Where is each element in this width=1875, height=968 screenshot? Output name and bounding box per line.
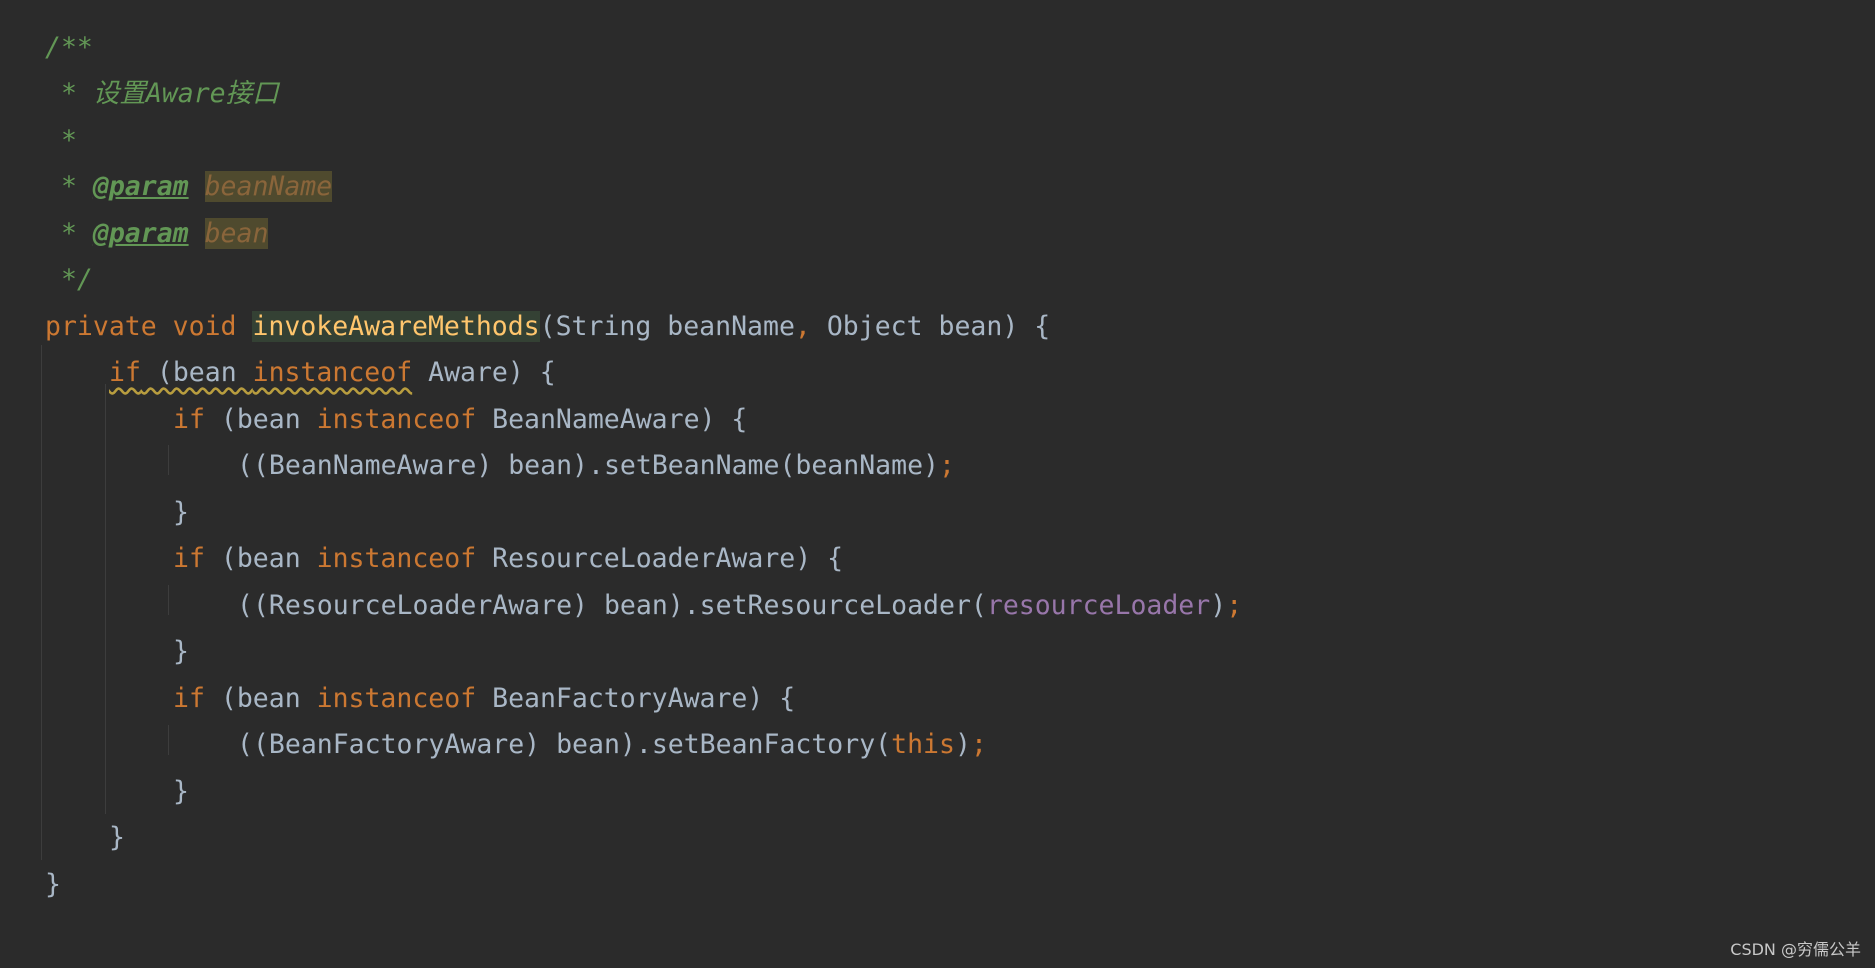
keyword: instanceof <box>316 543 477 574</box>
code-text: Aware) { <box>412 357 556 388</box>
semicolon: ; <box>939 450 955 481</box>
code-line[interactable]: /** <box>45 25 93 71</box>
doc-comment: * 设置Aware接口 <box>45 78 279 109</box>
code-text: ((BeanFactoryAware) bean).setBeanFactory… <box>237 729 892 760</box>
keyword: if <box>109 357 141 388</box>
code-line[interactable]: private void invokeAwareMethods(String b… <box>45 304 1050 350</box>
javadoc-param-tag[interactable]: @param <box>93 171 189 202</box>
keyword: instanceof <box>252 357 413 388</box>
keyword: if <box>173 404 205 435</box>
closing-brace: } <box>173 636 189 667</box>
code-text: BeanFactoryAware) { <box>476 683 796 714</box>
javadoc-param-name[interactable]: beanName <box>204 171 333 202</box>
watermark: CSDN @穷儒公羊 <box>1730 940 1861 959</box>
indent-guide <box>168 585 169 615</box>
code-editor[interactable]: /** * 设置Aware接口 * * @param beanName * @p… <box>0 0 1875 968</box>
closing-brace: } <box>109 822 125 853</box>
keyword: if <box>173 683 205 714</box>
code-line[interactable]: * <box>45 118 77 164</box>
code-line[interactable]: ((BeanNameAware) bean).setBeanName(beanN… <box>237 443 955 489</box>
semicolon: ; <box>1226 590 1243 621</box>
code-line[interactable]: */ <box>45 257 93 303</box>
code-text: ) <box>1210 590 1227 621</box>
code-text: ((ResourceLoaderAware) bean).setResource… <box>237 590 987 621</box>
code-line[interactable]: if (bean instanceof BeanFactoryAware) { <box>173 676 795 722</box>
keyword: if <box>173 543 205 574</box>
code-text: (bean <box>204 543 317 574</box>
method-signature: Object bean) { <box>810 311 1051 342</box>
keyword: this <box>891 729 955 760</box>
semicolon: ; <box>970 729 987 760</box>
doc-comment: * <box>45 125 77 156</box>
code-text: ((BeanNameAware) bean).setBeanName(beanN… <box>237 450 939 481</box>
closing-brace: } <box>173 776 189 807</box>
method-signature: (String beanName <box>539 311 795 342</box>
code-line[interactable]: * 设置Aware接口 <box>45 71 279 117</box>
code-text: (bean <box>140 357 253 388</box>
code-text: (bean <box>204 404 317 435</box>
code-line[interactable]: } <box>109 815 125 861</box>
javadoc-param-name[interactable]: bean <box>204 218 269 249</box>
indent-guide <box>41 345 42 860</box>
field-reference[interactable]: resourceLoader <box>987 590 1210 621</box>
code-line[interactable]: * @param bean <box>45 211 269 257</box>
code-line[interactable]: } <box>45 862 61 908</box>
keyword: void <box>172 311 237 342</box>
doc-comment: * <box>45 218 93 249</box>
code-line[interactable]: ((BeanFactoryAware) bean).setBeanFactory… <box>237 722 987 768</box>
keyword: instanceof <box>316 683 477 714</box>
closing-brace: } <box>45 869 61 900</box>
warning-squiggle[interactable]: if (bean instanceof <box>109 357 412 388</box>
javadoc-param-tag[interactable]: @param <box>93 218 189 249</box>
code-text: ResourceLoaderAware) { <box>476 543 844 574</box>
keyword: private <box>45 311 157 342</box>
code-text: ) <box>954 729 971 760</box>
method-declaration[interactable]: invokeAwareMethods <box>252 311 540 342</box>
code-line[interactable]: ((ResourceLoaderAware) bean).setResource… <box>237 583 1242 629</box>
doc-comment: */ <box>45 264 93 295</box>
doc-comment: /** <box>45 32 93 63</box>
code-text: BeanNameAware) { <box>476 404 748 435</box>
indent-guide <box>105 384 106 814</box>
code-line[interactable]: if (bean instanceof BeanNameAware) { <box>173 397 747 443</box>
punctuation: , <box>794 311 811 342</box>
indent-guide <box>168 445 169 475</box>
doc-comment: * <box>45 171 93 202</box>
code-line[interactable]: * @param beanName <box>45 164 333 210</box>
code-line[interactable]: if (bean instanceof ResourceLoaderAware)… <box>173 536 843 582</box>
code-line[interactable]: } <box>173 490 189 536</box>
code-line[interactable]: } <box>173 629 189 675</box>
indent-guide <box>168 725 169 755</box>
code-text: (bean <box>204 683 317 714</box>
code-line[interactable]: if (bean instanceof Aware) { <box>109 350 556 396</box>
code-line[interactable]: } <box>173 769 189 815</box>
keyword: instanceof <box>316 404 477 435</box>
closing-brace: } <box>173 497 189 528</box>
